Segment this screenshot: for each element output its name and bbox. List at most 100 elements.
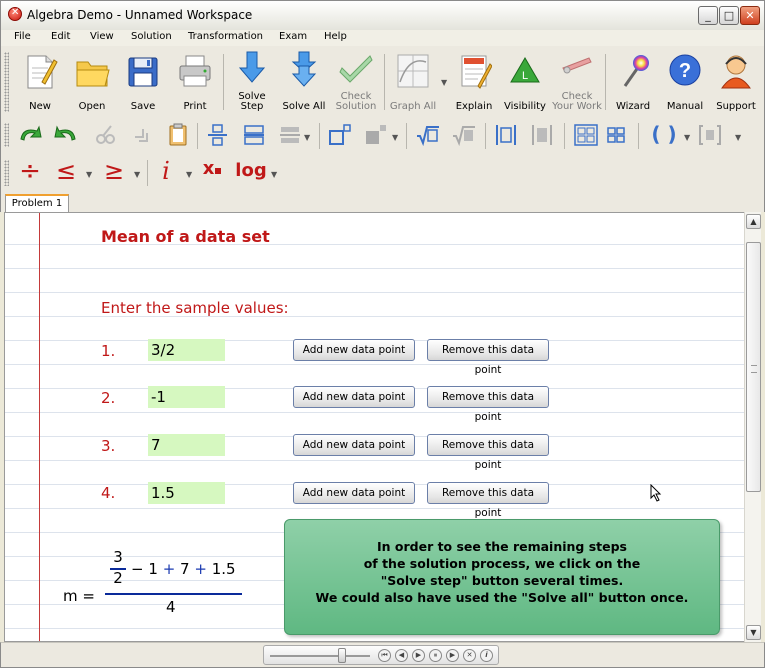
minus-sign: −	[131, 560, 144, 578]
check-work-icon	[562, 57, 592, 74]
mouse-cursor-icon	[650, 484, 662, 502]
insert-superscript-button[interactable]	[327, 123, 353, 147]
playback-slider-handle[interactable]	[338, 648, 346, 663]
insert-norm-button[interactable]	[529, 123, 555, 147]
new-button[interactable]: New	[14, 50, 66, 112]
add-data-point-button[interactable]: Add new data point	[293, 434, 415, 456]
less-equal-button[interactable]: ≤	[53, 158, 79, 184]
scroll-thumb[interactable]	[746, 242, 761, 492]
remove-data-point-button[interactable]: Remove this data point	[427, 339, 549, 376]
pause-button[interactable]: ⏸	[429, 649, 442, 662]
scroll-down-button[interactable]: ▼	[746, 625, 761, 640]
parentheses-button[interactable]: ( )	[647, 123, 681, 147]
maximize-button[interactable]: □	[719, 6, 739, 25]
check-solution-button[interactable]: Check Solution	[330, 50, 382, 112]
menu-view[interactable]: View	[90, 31, 114, 42]
first-step-button[interactable]: ⏮	[378, 649, 391, 662]
greater-equal-button[interactable]: ≥	[101, 158, 127, 184]
menu-file[interactable]: File	[14, 31, 31, 42]
insert-nth-root-button[interactable]	[451, 123, 477, 147]
paste-button[interactable]	[165, 123, 191, 147]
inner-fraction-denominator: 2	[113, 569, 123, 587]
toolbar-grip[interactable]	[4, 160, 9, 186]
data-point-input[interactable]: 3/2	[148, 339, 225, 361]
solve-all-button[interactable]: Solve All	[278, 50, 330, 112]
previous-step-button[interactable]: ◀	[395, 649, 408, 662]
minimize-button[interactable]: _	[698, 6, 718, 25]
insert-division-button[interactable]	[277, 123, 303, 147]
visibility-button[interactable]: L Visibility	[499, 50, 551, 112]
add-data-point-button[interactable]: Add new data point	[293, 339, 415, 361]
brackets-button[interactable]	[697, 123, 723, 147]
graph-icon	[397, 54, 429, 88]
playback-track[interactable]	[270, 655, 370, 657]
imaginary-dropdown-icon[interactable]: ▼	[186, 170, 192, 179]
redo-button[interactable]	[53, 123, 79, 147]
remove-data-point-button[interactable]: Remove this data point	[427, 386, 549, 423]
power-dropdown-icon[interactable]: ▼	[392, 133, 398, 142]
insert-abs-button[interactable]	[493, 123, 519, 147]
toolbar-grip[interactable]	[4, 52, 9, 112]
toolbar-separator	[197, 123, 198, 149]
manual-button[interactable]: ? Manual	[659, 50, 711, 112]
remove-data-point-button[interactable]: Remove this data point	[427, 482, 549, 519]
solve-step-button[interactable]: Solve Step	[226, 50, 278, 112]
info-line: of the solution process, we click on the	[363, 556, 641, 571]
greater-equal-dropdown-icon[interactable]: ▼	[134, 170, 140, 179]
print-button[interactable]: Print	[169, 50, 221, 112]
insert-matrix-alt-button[interactable]	[603, 123, 629, 147]
remove-data-point-button[interactable]: Remove this data point	[427, 434, 549, 471]
insert-sqrt-button[interactable]	[415, 123, 441, 147]
check-your-work-button[interactable]: Check Your Work	[551, 50, 603, 112]
play-button[interactable]: ▶	[412, 649, 425, 662]
info-button[interactable]: i	[480, 649, 493, 662]
log-button[interactable]: log	[233, 158, 269, 182]
imaginary-unit-button[interactable]: i	[153, 158, 179, 184]
cut-button[interactable]	[93, 123, 119, 147]
menu-transformation[interactable]: Transformation	[188, 31, 263, 42]
scroll-up-button[interactable]: ▲	[746, 214, 761, 229]
insert-stack-button[interactable]	[241, 123, 267, 147]
log-dropdown-icon[interactable]: ▼	[271, 170, 277, 179]
stop-button[interactable]: ✕	[463, 649, 476, 662]
subscript-button[interactable]: x	[199, 158, 225, 182]
menu-exam[interactable]: Exam	[279, 31, 307, 42]
plus-sign: +	[162, 560, 176, 578]
toolbar-separator	[147, 160, 148, 186]
wizard-button[interactable]: Wizard	[607, 50, 659, 112]
less-equal-dropdown-icon[interactable]: ▼	[86, 170, 92, 179]
insert-matrix-button[interactable]	[573, 123, 599, 147]
insert-fraction-button[interactable]	[205, 123, 231, 147]
brackets-dropdown-icon[interactable]: ▼	[735, 133, 741, 142]
division-dropdown-icon[interactable]: ▼	[304, 133, 310, 142]
term: 7	[180, 560, 190, 578]
explain-button[interactable]: Explain	[448, 50, 500, 112]
vertical-scrollbar[interactable]: ▲ ▼	[744, 212, 761, 642]
next-step-button[interactable]: ▶	[446, 649, 459, 662]
new-document-icon	[27, 55, 58, 89]
graph-dropdown-icon[interactable]: ▼	[441, 78, 447, 87]
superscript-icon	[329, 124, 351, 145]
close-button[interactable]: ✕	[740, 6, 760, 25]
menu-edit[interactable]: Edit	[51, 31, 70, 42]
data-point-input[interactable]: 7	[148, 434, 225, 456]
divide-button[interactable]: ÷	[17, 158, 43, 184]
undo-button[interactable]	[17, 123, 43, 147]
menu-help[interactable]: Help	[324, 31, 347, 42]
tab-problem-1[interactable]: Problem 1	[5, 194, 69, 213]
save-button[interactable]: Save	[117, 50, 169, 112]
insert-power-button[interactable]	[363, 123, 389, 147]
add-data-point-button[interactable]: Add new data point	[293, 386, 415, 408]
data-point-input[interactable]: 1.5	[148, 482, 225, 504]
menu-solution[interactable]: Solution	[131, 31, 172, 42]
graph-all-button[interactable]: Graph All	[387, 50, 439, 112]
open-button[interactable]: Open	[66, 50, 118, 112]
support-button[interactable]: Support	[710, 50, 762, 112]
fraction-icon	[208, 124, 227, 146]
copy-button[interactable]	[129, 123, 155, 147]
toolbar-grip[interactable]	[4, 123, 9, 147]
parentheses-dropdown-icon[interactable]: ▼	[684, 133, 690, 142]
data-point-input[interactable]: -1	[148, 386, 225, 408]
add-data-point-button[interactable]: Add new data point	[293, 482, 415, 504]
app-icon[interactable]	[8, 7, 22, 21]
